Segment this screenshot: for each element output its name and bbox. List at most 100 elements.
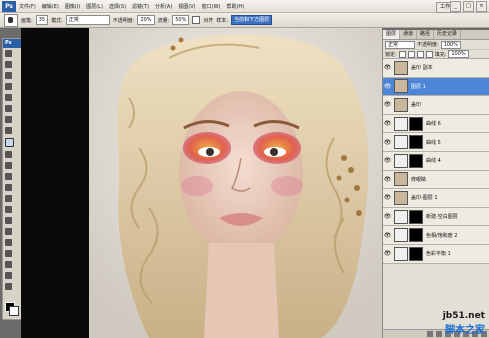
lock-position-icon[interactable] xyxy=(416,50,424,58)
clone-stamp-tool-icon[interactable] xyxy=(5,138,14,147)
marquee-tool-icon[interactable] xyxy=(5,61,12,68)
menu-view[interactable]: 视图(V) xyxy=(175,3,198,10)
crop-tool-icon[interactable] xyxy=(5,94,12,101)
visibility-eye-icon[interactable]: 👁 xyxy=(383,83,392,90)
visibility-eye-icon[interactable]: 👁 xyxy=(383,194,392,201)
layer-mask-thumbnail[interactable] xyxy=(409,246,423,261)
brush-size-picker[interactable]: 35 xyxy=(35,15,49,25)
align-checkbox[interactable] xyxy=(192,16,201,24)
layer-row[interactable]: 👁 色彩平衡 1 xyxy=(383,244,489,264)
lock-all-icon[interactable] xyxy=(425,50,433,58)
magic-wand-tool-icon[interactable] xyxy=(5,83,12,90)
options-bar: 画笔: 35 模式: 正常 不透明度: 20% 流量: 50% 对齐 样本: 当… xyxy=(0,13,489,28)
tab-paths[interactable]: 路径 xyxy=(417,30,435,39)
visibility-eye-icon[interactable]: 👁 xyxy=(383,232,392,239)
visibility-eye-icon[interactable]: 👁 xyxy=(383,157,392,164)
eraser-tool-icon[interactable] xyxy=(5,162,12,169)
stamp-tool-icon[interactable] xyxy=(4,13,18,27)
maximize-icon[interactable]: □ xyxy=(463,1,474,12)
layer-row[interactable]: 👁 曲线 5 xyxy=(383,133,489,152)
hand-tool-icon[interactable] xyxy=(5,272,12,279)
type-tool-icon[interactable] xyxy=(5,217,12,224)
opacity-label: 不透明度: xyxy=(112,17,135,24)
zoom-tool-icon[interactable] xyxy=(5,283,12,290)
layer-thumbnail xyxy=(394,246,408,261)
layer-row[interactable]: 👁 图层 1 xyxy=(383,77,489,97)
blend-mode-select[interactable]: 正常 xyxy=(385,40,415,49)
blur-tool-icon[interactable] xyxy=(5,184,12,191)
layer-row[interactable]: 👁 盖印 xyxy=(383,96,489,115)
watermark: jb51.net 脚本之家 xyxy=(443,311,485,336)
menu-file[interactable]: 文件(F) xyxy=(16,3,39,10)
layer-opacity-label: 不透明度: xyxy=(417,42,439,48)
notes-tool-icon[interactable] xyxy=(5,250,12,257)
visibility-eye-icon[interactable]: 👁 xyxy=(383,139,392,146)
menu-window[interactable]: 窗口(W) xyxy=(199,3,224,10)
link-layers-icon[interactable] xyxy=(427,331,433,337)
visibility-eye-icon[interactable]: 👁 xyxy=(383,64,392,71)
menu-edit[interactable]: 编辑(E) xyxy=(39,3,62,10)
minimize-icon[interactable]: _ xyxy=(450,1,461,12)
layer-row[interactable]: 👁 盖印 副本 xyxy=(383,59,489,78)
menu-analysis[interactable]: 分析(A) xyxy=(152,3,175,10)
path-select-tool-icon[interactable] xyxy=(5,228,12,235)
healing-brush-tool-icon[interactable] xyxy=(5,116,12,123)
layer-name: 曲线 6 xyxy=(426,121,441,128)
menu-layer[interactable]: 图层(L) xyxy=(83,3,106,10)
close-icon[interactable]: × xyxy=(476,1,487,12)
eyedropper-tool-icon[interactable] xyxy=(5,261,12,268)
brush-tool-icon[interactable] xyxy=(5,127,12,134)
layer-mask-thumbnail[interactable] xyxy=(409,228,423,243)
menu-help[interactable]: 帮助(H) xyxy=(223,3,247,10)
pen-tool-icon[interactable] xyxy=(5,206,12,213)
visibility-eye-icon[interactable]: 👁 xyxy=(383,213,392,220)
lock-pixels-icon[interactable] xyxy=(407,50,415,58)
flow-field[interactable]: 50% xyxy=(172,15,190,25)
visibility-eye-icon[interactable]: 👁 xyxy=(383,250,392,257)
layer-thumbnail xyxy=(394,135,408,150)
layer-style-icon[interactable] xyxy=(436,331,442,337)
history-brush-tool-icon[interactable] xyxy=(5,151,12,158)
menu-filter[interactable]: 滤镜(T) xyxy=(129,3,152,10)
layer-name: 修眼睛 xyxy=(411,176,427,183)
layer-row[interactable]: 👁 曲线 6 xyxy=(383,114,489,134)
layer-mask-thumbnail[interactable] xyxy=(409,153,423,168)
layer-row[interactable]: 👁 曲线 4 xyxy=(383,151,489,171)
layer-mask-thumbnail[interactable] xyxy=(409,135,423,150)
layer-mask-thumbnail[interactable] xyxy=(409,209,423,224)
visibility-eye-icon[interactable]: 👁 xyxy=(383,120,392,127)
slice-tool-icon[interactable] xyxy=(5,105,12,112)
tab-history[interactable]: 历史记录 xyxy=(434,30,462,39)
visibility-eye-icon[interactable]: 👁 xyxy=(383,101,392,108)
visibility-eye-icon[interactable]: 👁 xyxy=(383,176,392,183)
gradient-tool-icon[interactable] xyxy=(5,173,12,180)
document-canvas[interactable] xyxy=(21,28,382,338)
background-color-swatch[interactable] xyxy=(9,306,19,316)
opacity-field[interactable]: 20% xyxy=(137,15,155,25)
lasso-tool-icon[interactable] xyxy=(5,72,12,79)
layer-row[interactable]: 👁 修眼睛 xyxy=(383,170,489,190)
lock-transparent-icon[interactable] xyxy=(398,50,406,58)
layer-row[interactable]: 👁 盖印-图层 1 xyxy=(383,189,489,208)
tab-channels[interactable]: 通道 xyxy=(400,30,418,39)
layer-thumbnail xyxy=(394,190,408,205)
layer-row[interactable]: 👁 色相/饱和度 2 xyxy=(383,226,489,245)
fill-field[interactable]: 100% xyxy=(448,50,469,58)
tab-layers[interactable]: 图层 xyxy=(383,30,401,39)
lock-label: 锁定: xyxy=(385,51,397,58)
menu-select[interactable]: 选择(S) xyxy=(106,3,129,10)
layer-row[interactable]: 👁 新建-空白图层 xyxy=(383,207,489,227)
portrait-photo xyxy=(89,28,382,338)
sample-select[interactable]: 当前和下方图层 xyxy=(231,15,273,25)
layer-thumbnail xyxy=(394,172,408,187)
shape-tool-icon[interactable] xyxy=(5,239,12,246)
layer-mask-thumbnail[interactable] xyxy=(409,116,423,131)
flow-label: 流量: xyxy=(157,17,170,24)
layer-opacity-field[interactable]: 100% xyxy=(440,40,461,49)
layer-thumbnail xyxy=(394,79,408,94)
move-tool-icon[interactable] xyxy=(5,50,12,57)
layer-name: 盖印-图层 1 xyxy=(411,195,438,202)
mode-select[interactable]: 正常 xyxy=(65,15,110,25)
dodge-tool-icon[interactable] xyxy=(5,195,12,202)
menu-image[interactable]: 图像(I) xyxy=(62,3,83,10)
